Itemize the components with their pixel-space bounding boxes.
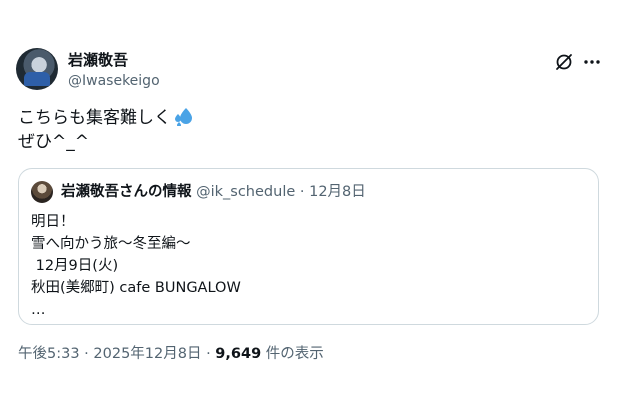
quoted-text: 明日！ 雪へ向かう旅〜冬至編〜 12月9日(火) 秋田(美郷町) cafe BU…	[31, 211, 241, 321]
tweet-footer: 午後5:33 · 2025年12月8日 · 9,649 件の表示	[18, 345, 324, 363]
quoted-avatar	[31, 181, 53, 203]
post-time[interactable]: 午後5:33	[18, 346, 80, 362]
author-display-name[interactable]: 岩瀬敬吾	[68, 51, 128, 69]
quoted-line: 12月9日(火)	[31, 258, 119, 274]
author-handle[interactable]: @Iwasekeigo	[68, 72, 160, 90]
post-date[interactable]: 2025年12月8日	[93, 346, 201, 362]
quoted-line: 明日！	[31, 214, 75, 230]
views-label: 件の表示	[261, 346, 324, 362]
avatar[interactable]	[16, 48, 58, 90]
quoted-line: …	[31, 302, 46, 318]
quoted-line: 雪へ向かう旅〜冬至編〜	[31, 236, 191, 252]
footer-separator: ·	[79, 346, 94, 362]
quoted-header: 岩瀬敬吾さんの情報 @ik_schedule · 12月8日	[61, 183, 366, 201]
quoted-date: 12月8日	[309, 184, 366, 200]
quoted-handle: @ik_schedule	[196, 184, 296, 200]
tweet-card: 岩瀬敬吾 @Iwasekeigo こちらも集客難しく ぜひ^_^ 岩瀬敬吾さんの…	[0, 0, 620, 413]
quoted-tweet[interactable]: 岩瀬敬吾さんの情報 @ik_schedule · 12月8日 明日！ 雪へ向かう…	[18, 168, 599, 325]
quoted-display-name: 岩瀬敬吾さんの情報	[61, 184, 192, 200]
sweat-droplets-icon	[175, 108, 192, 126]
grok-icon[interactable]	[554, 52, 574, 72]
tweet-line-2: ぜひ^_^	[18, 132, 89, 152]
view-count: 9,649	[215, 346, 262, 362]
more-options-icon[interactable]	[582, 52, 602, 72]
quoted-line: 秋田(美郷町) cafe BUNGALOW	[31, 280, 241, 296]
quoted-separator: ·	[295, 184, 310, 200]
footer-separator: ·	[201, 346, 216, 362]
tweet-text: こちらも集客難しく ぜひ^_^	[18, 106, 195, 154]
tweet-line-1: こちらも集客難しく	[18, 106, 195, 130]
